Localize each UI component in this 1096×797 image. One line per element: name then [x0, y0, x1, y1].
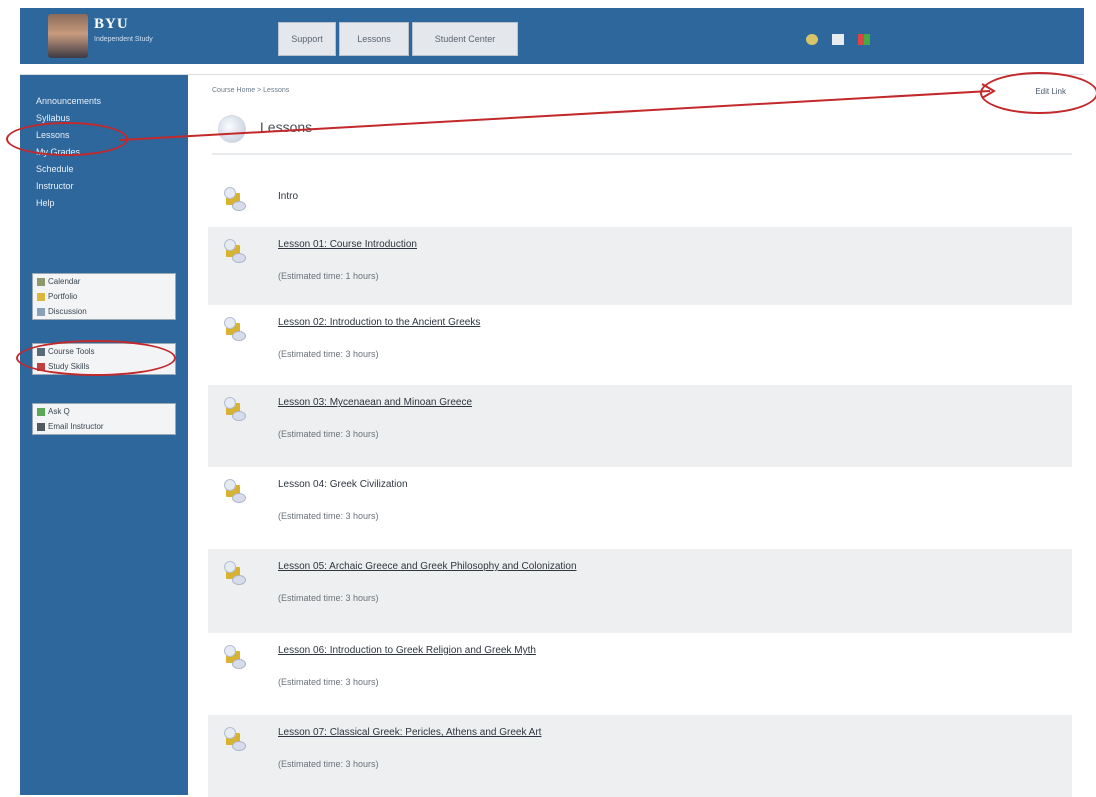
panel-item-discussion[interactable]: Discussion — [33, 304, 175, 319]
folder-icon — [224, 561, 246, 585]
main-content: Course Home > Lessons Edit Link Lessons … — [198, 75, 1084, 797]
tab-student-center[interactable]: Student Center — [412, 22, 518, 56]
top-header: BYU Independent Study Support Lessons St… — [20, 8, 1084, 64]
header-icons — [806, 34, 870, 45]
lesson-title[interactable]: Lesson 01: Course Introduction — [278, 239, 417, 250]
folder-icon — [224, 397, 246, 421]
tab-lessons[interactable]: Lessons — [339, 22, 409, 56]
tools-panel-1: Calendar Portfolio Discussion — [32, 273, 176, 320]
folder-icon — [224, 645, 246, 669]
folder-icon — [224, 239, 246, 263]
panel-item-calendar[interactable]: Calendar — [33, 274, 175, 289]
mail-icon[interactable] — [832, 34, 844, 45]
folder-icon — [37, 292, 45, 301]
lesson-title[interactable]: Lesson 04: Greek Civilization — [278, 479, 408, 490]
lesson-title[interactable]: Lesson 02: Introduction to the Ancient G… — [278, 317, 480, 328]
settings-icon[interactable] — [858, 34, 870, 45]
logo: BYU — [94, 16, 129, 32]
lesson-estimate: (Estimated time: 3 hours) — [278, 593, 379, 603]
globe-icon — [218, 115, 246, 143]
page-header: Lessons — [212, 111, 1072, 155]
folder-icon — [224, 727, 246, 751]
lesson-row: Lesson 03: Mycenaean and Minoan Greece (E… — [208, 385, 1072, 467]
lesson-title[interactable]: Lesson 07: Classical Greek: Pericles, At… — [278, 727, 541, 738]
lesson-row: Lesson 06: Introduction to Greek Religio… — [208, 633, 1072, 715]
panel-item-ask[interactable]: Ask Q — [33, 404, 175, 419]
annotation-ellipse-lessons — [6, 122, 128, 156]
annotation-ellipse-edit — [980, 72, 1096, 114]
sidebar-item-help[interactable]: Help — [36, 195, 101, 212]
annotation-ellipse-tools — [16, 340, 176, 376]
lesson-title[interactable]: Intro — [278, 191, 298, 202]
lesson-title[interactable]: Lesson 05: Archaic Greece and Greek Phil… — [278, 561, 577, 572]
help-icon[interactable] — [806, 34, 818, 45]
lesson-row: Lesson 07: Classical Greek: Pericles, At… — [208, 715, 1072, 797]
logo-subtitle: Independent Study — [94, 36, 153, 43]
lesson-estimate: (Estimated time: 1 hours) — [278, 271, 379, 281]
lesson-title[interactable]: Lesson 06: Introduction to Greek Religio… — [278, 645, 536, 656]
breadcrumb[interactable]: Course Home > Lessons — [212, 87, 289, 94]
lesson-row: Lesson 04: Greek Civilization (Estimated … — [208, 467, 1072, 549]
panel-label: Portfolio — [48, 292, 78, 301]
user-photo — [48, 14, 88, 58]
lesson-title[interactable]: Lesson 03: Mycenaean and Minoan Greece — [278, 397, 472, 408]
calendar-icon — [37, 277, 45, 286]
lesson-row: Lesson 01: Course Introduction (Estimated… — [208, 227, 1072, 305]
lesson-estimate: (Estimated time: 3 hours) — [278, 677, 379, 687]
top-tabs: Support Lessons Student Center — [278, 22, 518, 56]
lesson-list: Intro Lesson 01: Course Introduction (Esti… — [208, 165, 1072, 797]
sidebar: Announcements Syllabus Lessons My Grades… — [20, 75, 188, 795]
folder-icon — [224, 317, 246, 341]
page-title: Lessons — [260, 119, 313, 135]
discussion-icon — [37, 307, 45, 316]
sidebar-item-instructor[interactable]: Instructor — [36, 178, 101, 195]
lesson-row: Lesson 02: Introduction to the Ancient G… — [208, 305, 1072, 385]
tab-support[interactable]: Support — [278, 22, 336, 56]
lesson-estimate: (Estimated time: 3 hours) — [278, 759, 379, 769]
panel-label: Email Instructor — [48, 422, 104, 431]
lesson-row: Lesson 05: Archaic Greece and Greek Phil… — [208, 549, 1072, 633]
folder-icon — [224, 187, 246, 211]
lesson-estimate: (Estimated time: 3 hours) — [278, 349, 379, 359]
email-icon — [37, 422, 45, 431]
panel-item-email[interactable]: Email Instructor — [33, 419, 175, 434]
sidebar-item-announcements[interactable]: Announcements — [36, 93, 101, 110]
panel-label: Ask Q — [48, 407, 70, 416]
question-icon — [37, 407, 45, 416]
sidebar-item-schedule[interactable]: Schedule — [36, 161, 101, 178]
lesson-estimate: (Estimated time: 3 hours) — [278, 511, 379, 521]
header-separator — [20, 64, 1084, 75]
lesson-row: Intro — [208, 165, 1072, 227]
panel-label: Calendar — [48, 277, 81, 286]
lesson-estimate: (Estimated time: 3 hours) — [278, 429, 379, 439]
tools-panel-3: Ask Q Email Instructor — [32, 403, 176, 435]
panel-item-portfolio[interactable]: Portfolio — [33, 289, 175, 304]
panel-label: Discussion — [48, 307, 87, 316]
folder-icon — [224, 479, 246, 503]
